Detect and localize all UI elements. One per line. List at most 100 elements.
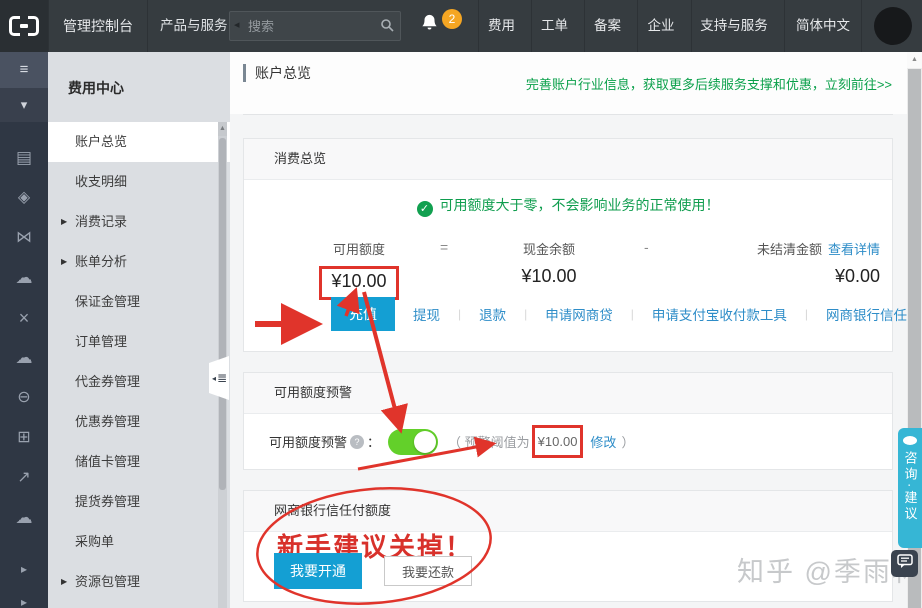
- product-icon-rail: ≡ ▾ ▤ ◈ ⋈ ☁ × ☁ ⊖ ⊞ ↗ ☁ ▸ ▸: [0, 52, 48, 608]
- rail-caret-down-icon[interactable]: ▾: [0, 88, 48, 122]
- search-input[interactable]: [246, 12, 375, 40]
- available-credit-block: 可用额度 ¥10.00: [284, 239, 434, 300]
- rail-multicloud-icon[interactable]: ☁: [0, 338, 48, 378]
- threshold-prefix: （ 预警阈值为: [448, 435, 530, 450]
- aliyun-logo[interactable]: [0, 0, 48, 52]
- rail-collapsed-group-icon[interactable]: ▸: [0, 554, 48, 584]
- rail-analytics-icon[interactable]: ↗: [0, 458, 48, 498]
- notification-count-badge: 2: [442, 9, 462, 29]
- rail-monitor-search-icon[interactable]: ⊖: [0, 378, 48, 418]
- expand-arrow-icon: ▶: [61, 257, 68, 266]
- sidebar-item-consumption-records[interactable]: ▶ 消费记录: [48, 202, 230, 242]
- credit-alert-row: 可用额度预警 ? ： （ 预警阈值为 ¥10.00 修改 ）: [269, 425, 634, 458]
- threshold-value: ¥10.00: [531, 425, 584, 458]
- mybank-loan-link[interactable]: 申请网商贷: [545, 304, 613, 324]
- sidebar-item-account-overview[interactable]: 账户总览: [48, 122, 230, 162]
- withdraw-link[interactable]: 提现: [413, 304, 440, 324]
- alipay-tool-link[interactable]: 申请支付宝收付款工具: [652, 304, 787, 324]
- credit-alert-label: 可用额度预警: [269, 435, 348, 450]
- topbar-search: ◂: [229, 11, 401, 41]
- header-divider: [243, 114, 893, 115]
- credit-status-message: ✓ 可用额度大于零，不会影响业务的正常使用！: [244, 195, 892, 217]
- sidebar-scrollbar-thumb[interactable]: [219, 138, 226, 490]
- consult-tab-label: 咨询·建议: [902, 451, 918, 523]
- sidebar-item-resource-packages[interactable]: ▶ 资源包管理: [48, 562, 230, 602]
- topbar-item-console[interactable]: 管理控制台: [48, 0, 148, 52]
- available-credit-value: ¥10.00: [319, 266, 399, 300]
- rail-cloud-storage-icon[interactable]: ☁: [0, 498, 48, 538]
- brand-bracket-icon: [9, 16, 39, 36]
- promo-link[interactable]: 完善账户行业信息，获取更多后续服务支撑和优惠，立刻前往>>: [526, 74, 892, 93]
- sidebar-item-vouchers[interactable]: 代金券管理: [48, 362, 230, 402]
- rail-network-icon[interactable]: ⋈: [0, 218, 48, 258]
- chat-widget-button[interactable]: [891, 550, 918, 577]
- consult-suggest-tab[interactable]: 咨询·建议: [898, 428, 922, 548]
- bell-icon: [420, 14, 439, 37]
- sidebar-item-stored-value-cards[interactable]: 储值卡管理: [48, 442, 230, 482]
- chat-bubble-icon: [896, 553, 913, 574]
- expand-arrow-icon: ▶: [61, 577, 68, 586]
- rail-scaling-icon[interactable]: ×: [0, 298, 48, 338]
- rail-hamburger-icon[interactable]: ≡: [0, 52, 48, 88]
- cash-balance-block: 现金余额 ¥10.00: [474, 239, 624, 287]
- check-circle-icon: ✓: [416, 201, 433, 217]
- modify-threshold-link[interactable]: 修改: [590, 432, 616, 451]
- expand-arrow-icon: ▶: [61, 217, 68, 226]
- card-title: 网商银行信任付额度: [244, 491, 892, 532]
- topbar-item-language[interactable]: 简体中文: [784, 0, 862, 52]
- sidebar-item-income-expense[interactable]: 收支明细: [48, 162, 230, 202]
- credit-alert-toggle[interactable]: [388, 428, 439, 455]
- consult-icon: [903, 436, 917, 445]
- rail-middleware-icon[interactable]: ⊞: [0, 418, 48, 458]
- view-details-link[interactable]: 查看详情: [828, 242, 880, 257]
- topbar-item-billing[interactable]: 费用: [478, 0, 524, 52]
- topbar-item-icp[interactable]: 备案: [584, 0, 630, 52]
- sidebar-item-orders[interactable]: 订单管理: [48, 322, 230, 362]
- sidebar-collapse-tab[interactable]: ◂ ≣: [209, 356, 229, 400]
- outstanding-value: ¥0.00: [834, 266, 880, 286]
- search-scope-caret-icon: ◂: [234, 19, 240, 31]
- recharge-button[interactable]: 充值: [331, 297, 395, 331]
- rail-servers-icon[interactable]: ▤: [0, 138, 48, 178]
- outstanding-label: 未结清金额: [756, 242, 822, 257]
- collapse-caret-icon: ◂: [211, 373, 216, 383]
- rail-security-icon[interactable]: ◈: [0, 178, 48, 218]
- help-icon[interactable]: ?: [350, 434, 365, 449]
- billing-sidebar: 费用中心 账户总览 收支明细 ▶ 消费记录 ▶ 账单分析 保证金管理 订单管理 代金…: [48, 52, 230, 608]
- sidebar-item-coupons[interactable]: 优惠券管理: [48, 402, 230, 442]
- card-title: 可用额度预警: [244, 373, 892, 414]
- repay-button[interactable]: 我要还款: [384, 556, 473, 586]
- topbar-item-support[interactable]: 支持与服务: [691, 0, 776, 52]
- card-title: 消费总览: [244, 139, 892, 180]
- cash-balance-value: ¥10.00: [521, 266, 577, 286]
- equals-operator: =: [440, 239, 449, 255]
- search-icon[interactable]: [380, 18, 394, 37]
- sidebar-item-deposit[interactable]: 保证金管理: [48, 282, 230, 322]
- refund-link[interactable]: 退款: [479, 304, 506, 324]
- credit-alert-card: 可用额度预警 可用额度预警 ? ： （ 预警阈值为 ¥10.00 修改 ）: [243, 372, 893, 470]
- sidebar-item-bill-analysis[interactable]: ▶ 账单分析: [48, 242, 230, 282]
- topbar-products-menu[interactable]: 产品与服务: [160, 0, 228, 52]
- user-avatar[interactable]: [874, 7, 912, 45]
- scroll-up-icon[interactable]: ▲: [907, 52, 922, 68]
- outstanding-block: 未结清金额 查看详情 ¥0.00: [640, 239, 880, 287]
- topbar-item-tickets[interactable]: 工单: [531, 0, 577, 52]
- consumption-overview-card: 消费总览 ✓ 可用额度大于零，不会影响业务的正常使用！ 可用额度 ¥10.00 =…: [243, 138, 921, 352]
- rail-collapsed-group2-icon[interactable]: ▸: [0, 587, 48, 608]
- cash-balance-label: 现金余额: [522, 242, 575, 257]
- top-navigation-bar: 管理控制台 产品与服务 ◂ 2 费用 工单 备案 企业 支持与服务 简体中文: [0, 0, 922, 52]
- notifications-button[interactable]: 2: [420, 9, 466, 39]
- account-actions-row: 充值 提现 | 退款 | 申请网商贷 | 申请支付宝收付款工具 | 网商银行信任…: [331, 297, 921, 331]
- billing-console-page: 管理控制台 产品与服务 ◂ 2 费用 工单 备案 企业 支持与服务 简体中文 ≡…: [0, 0, 922, 608]
- collapse-bars-icon: ≣: [216, 371, 227, 385]
- scroll-up-icon[interactable]: ▲: [218, 122, 227, 136]
- sidebar-item-pickup-vouchers[interactable]: 提货券管理: [48, 482, 230, 522]
- available-credit-label: 可用额度: [332, 242, 385, 257]
- rail-cloud-icon[interactable]: ☁: [0, 258, 48, 298]
- sidebar-item-purchase-orders[interactable]: 采购单: [48, 522, 230, 562]
- activate-trustpay-button[interactable]: 我要开通: [274, 553, 362, 589]
- trustpay-actions-row: 我要开通 我要还款: [274, 553, 473, 589]
- threshold-suffix: ）: [621, 435, 635, 450]
- page-title: 账户总览: [243, 64, 311, 82]
- topbar-item-enterprise[interactable]: 企业: [637, 0, 684, 52]
